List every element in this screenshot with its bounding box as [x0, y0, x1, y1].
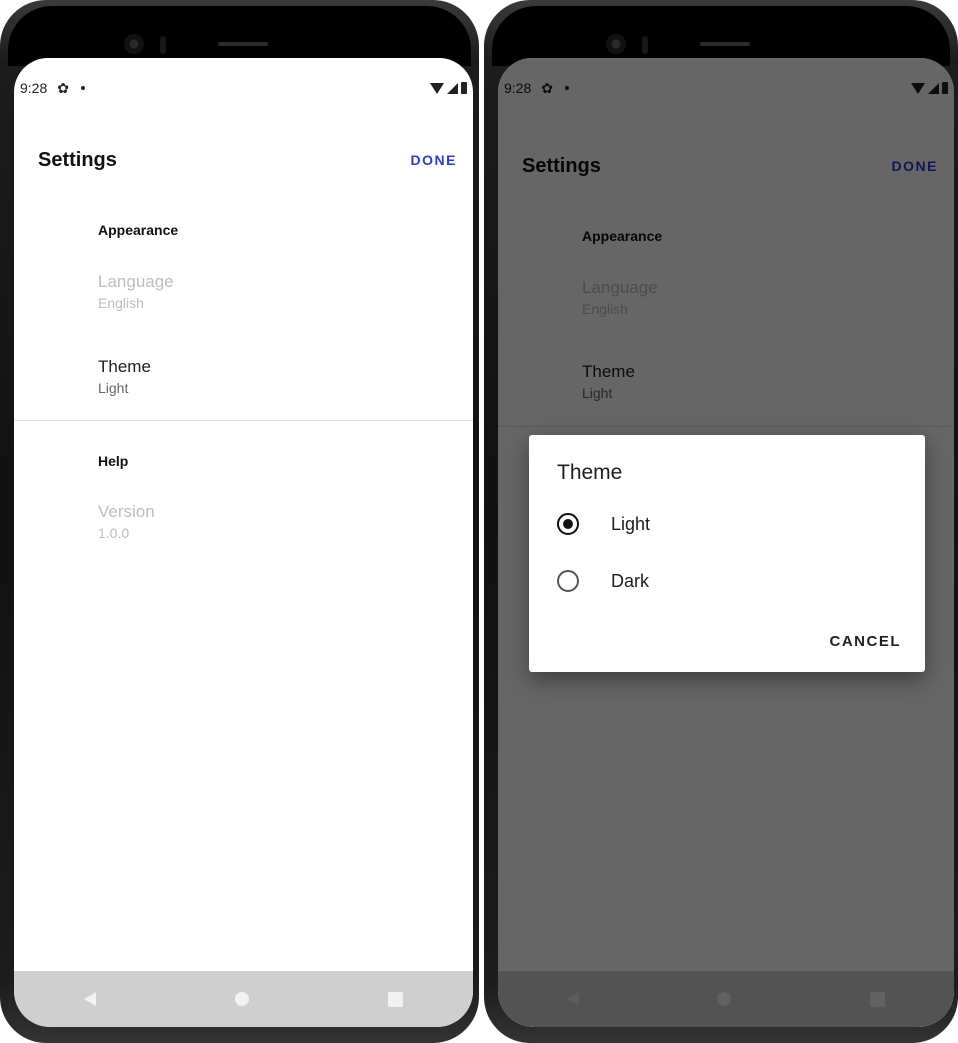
signal-icon [447, 82, 458, 94]
section-appearance: Appearance [98, 222, 179, 238]
pref-theme-value: Light [98, 380, 129, 396]
section-divider [14, 420, 473, 421]
status-time: 9:28 [20, 80, 48, 96]
pref-version-value: 1.0.0 [98, 525, 130, 541]
wifi-icon [430, 82, 444, 94]
phone-right: 9:28 ✿ Settings DONE Appearance Language… [484, 0, 958, 1043]
status-bar: 9:28 ✿ [14, 58, 473, 118]
nav-bar [14, 971, 473, 1027]
gear-icon: ✿ [57, 79, 69, 96]
speaker-grille [700, 42, 750, 46]
pref-version-title: Version [98, 502, 155, 521]
dialog-title: Theme [557, 461, 623, 484]
screen-theme-dialog: 9:28 ✿ Settings DONE Appearance Language… [498, 58, 954, 1027]
home-icon[interactable] [234, 992, 249, 1006]
cancel-button[interactable]: CANCEL [830, 633, 902, 650]
back-icon[interactable] [83, 992, 96, 1006]
option-label: Light [611, 513, 651, 534]
notification-dot-icon [80, 86, 85, 90]
battery-icon [461, 82, 467, 94]
pref-theme-title: Theme [98, 357, 151, 376]
radio-checked-icon[interactable] [557, 513, 579, 535]
pref-theme[interactable]: Theme Light [98, 357, 151, 396]
pref-language-value: English [98, 295, 144, 311]
camera-icon [606, 34, 626, 54]
phone-left: 9:28 ✿ Settings DONE Appearance Language… [0, 0, 479, 1043]
camera-icon [124, 34, 144, 54]
recents-icon[interactable] [388, 991, 404, 1007]
screen-settings: 9:28 ✿ Settings DONE Appearance Language… [14, 58, 473, 1027]
speaker-grille [218, 42, 268, 46]
phone-bezel [8, 6, 471, 66]
theme-option-dark[interactable]: Dark [557, 570, 649, 592]
done-button[interactable]: DONE [411, 152, 457, 168]
radio-unchecked-icon[interactable] [557, 570, 579, 592]
app-bar: Settings DONE [14, 138, 473, 182]
sensor [160, 36, 166, 54]
page-title: Settings [38, 148, 117, 171]
pref-language: Language English [98, 272, 174, 311]
theme-option-light[interactable]: Light [557, 513, 650, 535]
section-help: Help [98, 453, 129, 469]
pref-version: Version 1.0.0 [98, 502, 155, 541]
option-label: Dark [611, 570, 650, 591]
sensor [642, 36, 648, 54]
phone-bezel [492, 6, 950, 66]
pref-language-title: Language [98, 272, 174, 291]
theme-dialog: Theme Light Dark CANCEL [529, 435, 925, 672]
